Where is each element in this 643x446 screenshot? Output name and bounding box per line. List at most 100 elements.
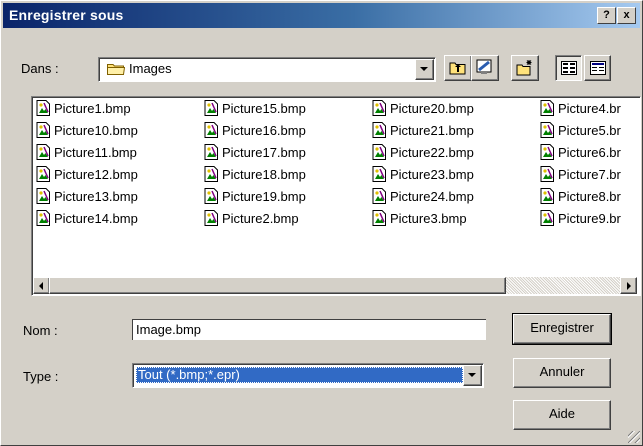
- close-button[interactable]: x: [617, 7, 636, 24]
- file-item[interactable]: Picture4.br: [540, 98, 621, 118]
- bitmap-file-icon: [372, 144, 387, 160]
- help-button-label: Aide: [548, 406, 576, 421]
- file-item[interactable]: Picture3.bmp: [372, 208, 467, 228]
- bitmap-file-icon: [372, 166, 387, 182]
- details-view-icon: [590, 61, 606, 78]
- arrow-left-icon: [39, 282, 43, 290]
- list-view-button[interactable]: [555, 55, 582, 81]
- bitmap-file-icon: [540, 188, 555, 204]
- file-name: Picture21.bmp: [390, 122, 474, 138]
- file-item[interactable]: Picture15.bmp: [204, 98, 306, 118]
- up-folder-icon: [449, 60, 467, 78]
- save-as-dialog: Enregistrer sous ? x Dans : Images Pictu…: [0, 0, 643, 446]
- file-item[interactable]: Picture5.br: [540, 120, 621, 140]
- bitmap-file-icon: [36, 100, 51, 116]
- bitmap-file-icon: [540, 144, 555, 160]
- file-item[interactable]: Picture20.bmp: [372, 98, 474, 118]
- file-name: Picture15.bmp: [222, 100, 306, 116]
- file-name: Picture16.bmp: [222, 122, 306, 138]
- file-item[interactable]: Picture7.br: [540, 164, 621, 184]
- help-question-button[interactable]: ?: [597, 7, 616, 24]
- bitmap-file-icon: [540, 122, 555, 138]
- file-item[interactable]: Picture8.br: [540, 186, 621, 206]
- file-item[interactable]: Picture19.bmp: [204, 186, 306, 206]
- file-item[interactable]: Picture21.bmp: [372, 120, 474, 140]
- file-item[interactable]: Picture10.bmp: [36, 120, 138, 140]
- bitmap-file-icon: [204, 100, 219, 116]
- bitmap-file-icon: [540, 100, 555, 116]
- horizontal-scrollbar[interactable]: [33, 277, 637, 294]
- file-item[interactable]: Picture6.br: [540, 142, 621, 162]
- bitmap-file-icon: [372, 188, 387, 204]
- name-label: Nom :: [23, 323, 58, 338]
- scroll-right-button[interactable]: [620, 277, 637, 294]
- type-combo[interactable]: Tout (*.bmp;*.epr): [132, 363, 484, 388]
- file-name: Picture3.bmp: [390, 210, 467, 226]
- bitmap-file-icon: [204, 122, 219, 138]
- file-item[interactable]: Picture13.bmp: [36, 186, 138, 206]
- cancel-button[interactable]: Annuler: [513, 358, 611, 388]
- location-label-text: Dans :: [21, 61, 59, 76]
- file-name: Picture14.bmp: [54, 210, 138, 226]
- file-item[interactable]: Picture18.bmp: [204, 164, 306, 184]
- cancel-button-label: Annuler: [539, 364, 585, 379]
- resize-grip[interactable]: [628, 431, 640, 443]
- type-selected-value: Tout (*.bmp;*.epr): [136, 367, 463, 383]
- window-title: Enregistrer sous: [9, 7, 124, 23]
- file-name: Picture20.bmp: [390, 100, 474, 116]
- file-item[interactable]: Picture12.bmp: [36, 164, 138, 184]
- file-name: Picture7.br: [558, 166, 621, 182]
- file-name: Picture12.bmp: [54, 166, 138, 182]
- up-folder-button[interactable]: [444, 55, 472, 81]
- help-button[interactable]: Aide: [513, 400, 611, 430]
- file-item[interactable]: Picture9.br: [540, 208, 621, 228]
- location-dropdown-button[interactable]: [415, 59, 434, 80]
- file-name: Picture22.bmp: [390, 144, 474, 160]
- details-view-button[interactable]: [584, 55, 611, 81]
- file-item[interactable]: Picture2.bmp: [204, 208, 299, 228]
- file-name: Picture1.bmp: [54, 100, 131, 116]
- file-name: Picture17.bmp: [222, 144, 306, 160]
- new-folder-button[interactable]: [511, 55, 539, 81]
- file-list[interactable]: Picture1.bmp Picture10.bmp Picture11.bmp Pi…: [31, 96, 641, 296]
- file-item[interactable]: Picture24.bmp: [372, 186, 474, 206]
- file-item[interactable]: Picture16.bmp: [204, 120, 306, 140]
- desktop-button[interactable]: [471, 55, 499, 81]
- file-item[interactable]: Picture23.bmp: [372, 164, 474, 184]
- file-name: Picture18.bmp: [222, 166, 306, 182]
- file-item[interactable]: Picture11.bmp: [36, 142, 137, 162]
- scroll-left-button[interactable]: [33, 277, 50, 294]
- file-item[interactable]: Picture14.bmp: [36, 208, 138, 228]
- chevron-down-icon: [468, 373, 476, 377]
- scroll-thumb[interactable]: [49, 277, 506, 294]
- file-item[interactable]: Picture22.bmp: [372, 142, 474, 162]
- file-name: Picture10.bmp: [54, 122, 138, 138]
- bitmap-file-icon: [204, 188, 219, 204]
- type-label: Type :: [23, 369, 59, 384]
- file-name: Picture8.br: [558, 188, 621, 204]
- file-item[interactable]: Picture17.bmp: [204, 142, 306, 162]
- bitmap-file-icon: [36, 188, 51, 204]
- location-combo[interactable]: Images: [98, 57, 436, 82]
- file-name: Picture6.br: [558, 144, 621, 160]
- bitmap-file-icon: [372, 210, 387, 226]
- arrow-right-icon: [627, 282, 631, 290]
- file-item[interactable]: Picture1.bmp: [36, 98, 131, 118]
- file-name: Picture5.br: [558, 122, 621, 138]
- bitmap-file-icon: [372, 122, 387, 138]
- save-button-label: Enregistrer: [530, 320, 594, 335]
- location-value: Images: [129, 61, 172, 76]
- file-name: Picture13.bmp: [54, 188, 138, 204]
- type-dropdown-button[interactable]: [463, 365, 482, 386]
- list-view-icon: [561, 61, 577, 78]
- file-name: Picture2.bmp: [222, 210, 299, 226]
- title-bar[interactable]: Enregistrer sous ? x: [3, 3, 640, 28]
- folder-icon: [107, 62, 126, 75]
- bitmap-file-icon: [36, 166, 51, 182]
- save-button[interactable]: Enregistrer: [512, 313, 612, 345]
- new-folder-icon: [516, 59, 534, 79]
- filename-input[interactable]: [132, 319, 486, 340]
- chevron-down-icon: [420, 67, 428, 71]
- bitmap-file-icon: [204, 144, 219, 160]
- bitmap-file-icon: [204, 166, 219, 182]
